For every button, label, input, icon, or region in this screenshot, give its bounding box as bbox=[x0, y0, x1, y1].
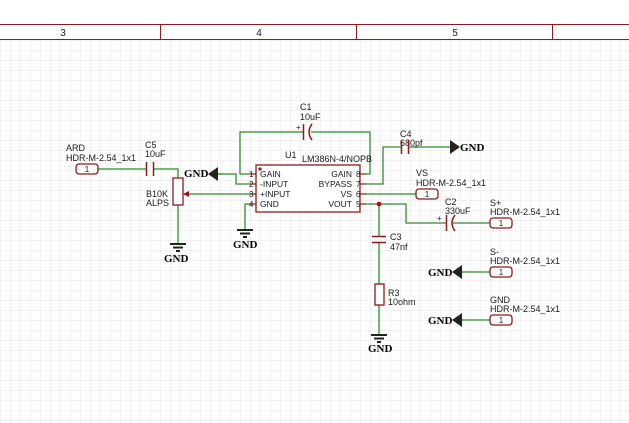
c5-value: 10uF bbox=[145, 149, 166, 159]
pot-value: ALPS bbox=[146, 198, 169, 208]
ruler-label-4: 4 bbox=[256, 28, 262, 39]
u1-pin-num-3: 3 bbox=[249, 190, 254, 199]
u1-pin-num-2: 2 bbox=[249, 180, 254, 189]
schematic-canvas: 3 4 5 ARD HDR-M-2.54_1x1 1 C5 10uF B10K … bbox=[0, 0, 629, 423]
c2-value: 330uF bbox=[445, 206, 471, 216]
gnd-label: GND bbox=[233, 239, 258, 251]
pot-body bbox=[172, 177, 184, 206]
u1-pin-label-4: GND bbox=[260, 199, 279, 209]
sm-pin: 1 bbox=[499, 268, 504, 277]
u1-pin-num-8: 8 bbox=[356, 170, 361, 179]
u1-part: LM386N-4/NOPB bbox=[302, 154, 372, 164]
c3-value: 47nf bbox=[390, 242, 408, 252]
u1-pin-num-1: 1 bbox=[249, 170, 254, 179]
ard-pin: 1 bbox=[85, 165, 90, 174]
u1-pin-label-1: GAIN bbox=[260, 169, 281, 179]
sp-value: HDR-M-2.54_1x1 bbox=[490, 207, 560, 217]
c1-plus: + bbox=[296, 123, 301, 132]
u1-pin-label-3: +INPUT bbox=[260, 189, 290, 199]
u1-pin-num-5: 5 bbox=[356, 200, 361, 209]
gnd-label: GND bbox=[368, 343, 393, 355]
gh-pin: 1 bbox=[499, 316, 504, 325]
vs-value: HDR-M-2.54_1x1 bbox=[416, 178, 486, 188]
u1-ref: U1 bbox=[285, 150, 297, 160]
junction-dot bbox=[376, 201, 382, 207]
gnd-label: GND bbox=[164, 253, 189, 265]
r3-value: 10ohm bbox=[388, 297, 416, 307]
gnd-arrow-left-opamp[interactable]: GND bbox=[184, 167, 222, 181]
u1-pin-label-7: BYPASS bbox=[319, 179, 353, 189]
c1-ref: C1 bbox=[300, 102, 312, 112]
ard-ref: ARD bbox=[66, 143, 86, 153]
u1-pin-num-7: 7 bbox=[356, 180, 361, 189]
vs-ref: VS bbox=[416, 168, 428, 178]
u1-pin-num-6: 6 bbox=[356, 190, 361, 199]
u1-pin-label-2: -INPUT bbox=[260, 179, 288, 189]
c4-value: 680pf bbox=[400, 138, 423, 148]
u1-pin-num-4: 4 bbox=[249, 200, 254, 209]
sm-value: HDR-M-2.54_1x1 bbox=[490, 256, 560, 266]
gnd-label: GND bbox=[460, 142, 485, 154]
u1-pin-label-8: GAIN bbox=[331, 169, 352, 179]
ruler-label-5: 5 bbox=[452, 28, 458, 39]
gnd-label: GND bbox=[428, 267, 453, 279]
gnd-label: GND bbox=[428, 315, 453, 327]
vs-pin: 1 bbox=[425, 190, 430, 199]
sp-pin: 1 bbox=[499, 219, 504, 228]
c3-ref: C3 bbox=[390, 232, 402, 242]
u1-pin-label-5: VOUT bbox=[328, 199, 352, 209]
gh-value: HDR-M-2.54_1x1 bbox=[490, 304, 560, 314]
c1-value: 10uF bbox=[300, 112, 321, 122]
c2-plus: + bbox=[437, 214, 442, 223]
u1-pin-label-6: VS bbox=[341, 189, 353, 199]
sheet-ruler: 3 4 5 bbox=[0, 0, 629, 40]
gnd-label: GND bbox=[184, 168, 209, 180]
ard-value: HDR-M-2.54_1x1 bbox=[66, 153, 136, 163]
ruler-label-3: 3 bbox=[60, 28, 66, 39]
r3-body bbox=[374, 283, 385, 306]
